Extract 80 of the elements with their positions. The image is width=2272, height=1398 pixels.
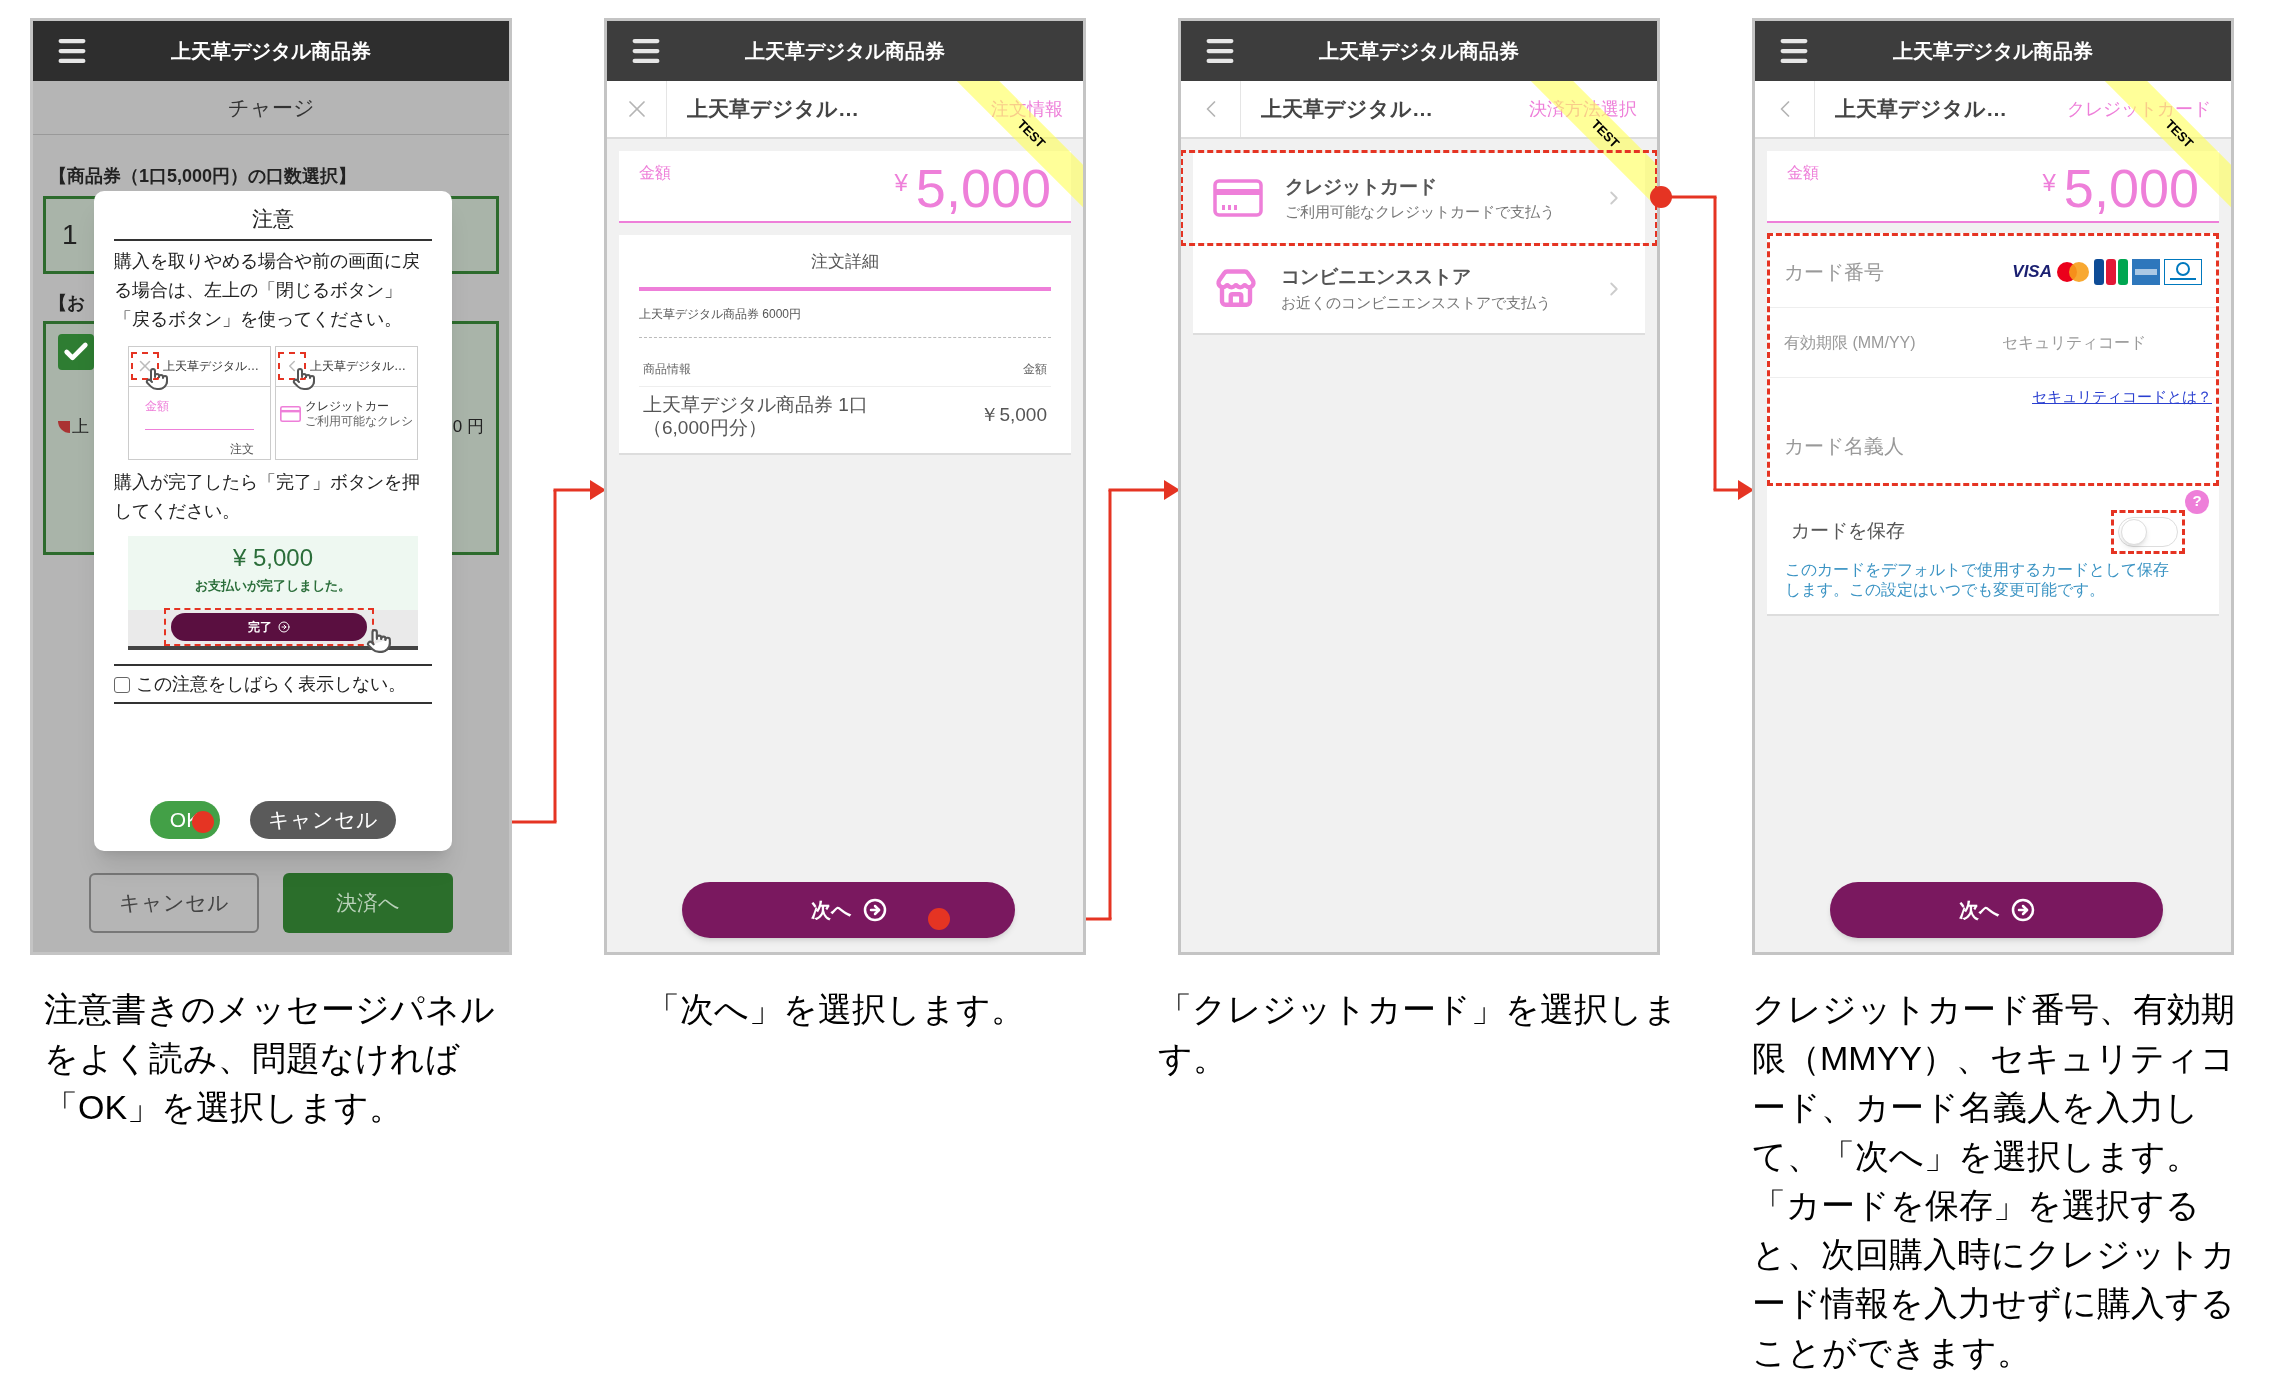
amount-label: 金額 [1787,163,1819,183]
card-number-field[interactable]: カード番号 [1784,256,2013,287]
method-subtitle: お近くのコンビニエンスストアで支払う [1281,292,1551,313]
connector-arrow [1108,480,1180,500]
nav-title: 上天草デジタル… [1835,96,2007,123]
connector-arrow [553,480,606,500]
cancel-button[interactable]: キャンセル [250,801,396,839]
dialog-message: 購入を取りやめる場合や前の画面に戻る場合は、左上の「閉じるボタン」「戻るボタン」を使ってください。 [114,249,421,331]
method-subtitle: ご利用可能なクレジットカードで支払う [1285,202,1555,222]
step-caption: クレジットカード番号、有効期限（MMYY）、セキュリティコード、カード名義人を入力して、「次へ」を選択します。「カードを保存」を選択すると、次回購入時にクレジットカード情報を入力せずに購入することができます。 [1752,989,2237,1373]
amex-logo [2132,258,2160,285]
dont-show-label: この注意をしばらく表示しない。 [136,672,406,696]
method-title: クレジットカード [1285,174,1438,199]
connector-dot [928,908,950,930]
credit-card-icon [280,403,301,424]
security-code-link[interactable]: セキュリティコードとは？ [2032,386,2212,409]
connector-dot [1650,186,1672,208]
credit-card-icon [1213,179,1263,217]
app-title: 上天草デジタル商品券 [744,39,946,64]
visa-logo: VISA [2012,260,2052,283]
payment-method-item[interactable]: コンビニエンスストア お近くのコンビニエンスストアで支払う [1193,243,1645,333]
payment-method-item[interactable]: クレジットカード ご利用可能なクレジットカードで支払う [1183,153,1655,243]
dialog-title: 注意 [114,203,432,241]
step-caption: 「クレジットカード」を選択します。 [1158,989,1679,1079]
next-button[interactable]: 次へ [1830,882,2163,938]
payment-checkbox[interactable] [58,334,94,370]
dont-show-option[interactable]: この注意をしばらく表示しない。 [114,663,432,704]
save-card-toggle[interactable] [2118,516,2178,547]
product-price: ￥5,000 [980,403,1047,428]
currency-symbol: ¥ [894,168,908,198]
preview-title: 上天草デジタル… [310,358,406,375]
next-button[interactable]: 次へ [682,882,1015,938]
preview-label: 注文 [230,441,254,456]
save-card-label: カードを保存 [1791,519,1905,544]
store-icon [1213,267,1259,310]
preview-message: お支払いが完了しました。 [195,576,351,595]
amount-value: 5,000 [2063,161,2199,215]
mastercard-logo [2056,260,2090,283]
nav-title: 上天草デジタル… [1261,96,1433,123]
section-label: 【商品券（1口5,000円）の口数選択】 [49,165,358,188]
item-text: 上 [72,416,89,438]
arrow-right-icon [278,620,290,633]
cardholder-field[interactable]: カード名義人 [1784,430,2202,461]
app-title: 上天草デジタル商品券 [170,39,372,64]
hand-pointer-icon [366,627,392,654]
expiry-field[interactable]: 有効期限 (MM/YY) [1784,330,2002,355]
step-caption: 「次へ」を選択します。 [645,989,1026,1030]
dont-show-checkbox[interactable] [114,676,130,693]
app-title: 上天草デジタル商品券 [1318,39,1520,64]
preview-label: 金額 [145,398,169,413]
diners-club-logo [2164,258,2202,285]
checkout-button[interactable]: 決済へ [283,873,453,933]
jcb-logo [2094,258,2128,285]
currency-symbol: ¥ [2042,168,2056,198]
amount-label: 金額 [639,163,671,183]
dialog-message: 購入が完了したら「完了」ボタンを押してください。 [114,470,421,523]
arrow-right-icon [2010,898,2035,922]
preview-amount: ¥ 5,000 [232,542,314,573]
security-code-field[interactable]: セキュリティコード [2002,330,2202,355]
item-amount: 0 円 [452,416,484,438]
column-header: 商品情報 [643,360,691,378]
save-card-note: このカードをデフォルトで使用するカードとして保存します。この設定はいつでも変更可能です。 [1785,559,2170,600]
amount-value: 5,000 [915,161,1051,215]
preview-title: 上天草デジタル… [163,358,259,375]
preview-label: クレジットカー [305,398,390,414]
method-title: コンビニエンスストア [1281,265,1472,289]
column-header: 金額 [1023,360,1047,378]
step-caption: 注意書きのメッセージパネルをよく読み、問題なければ「OK」を選択します。 [43,989,496,1128]
app-title: 上天草デジタル商品券 [1892,39,2094,64]
product-name: 上天草デジタル商品券 1口（6,000円分） [643,392,869,439]
arrow-right-icon [862,898,887,922]
details-title: 注文詳細 [639,249,1051,291]
connector-arrow [1713,480,1754,500]
preview-label: ご利用可能なクレシ [305,413,413,429]
section-label: 【お [49,293,85,313]
cancel-button[interactable]: キャンセル [89,873,259,933]
page-title: チャージ [227,94,315,121]
nav-title: 上天草デジタル… [687,96,859,123]
item-icon [58,420,70,433]
order-summary: 上天草デジタル商品券 6000円 [639,304,1051,338]
